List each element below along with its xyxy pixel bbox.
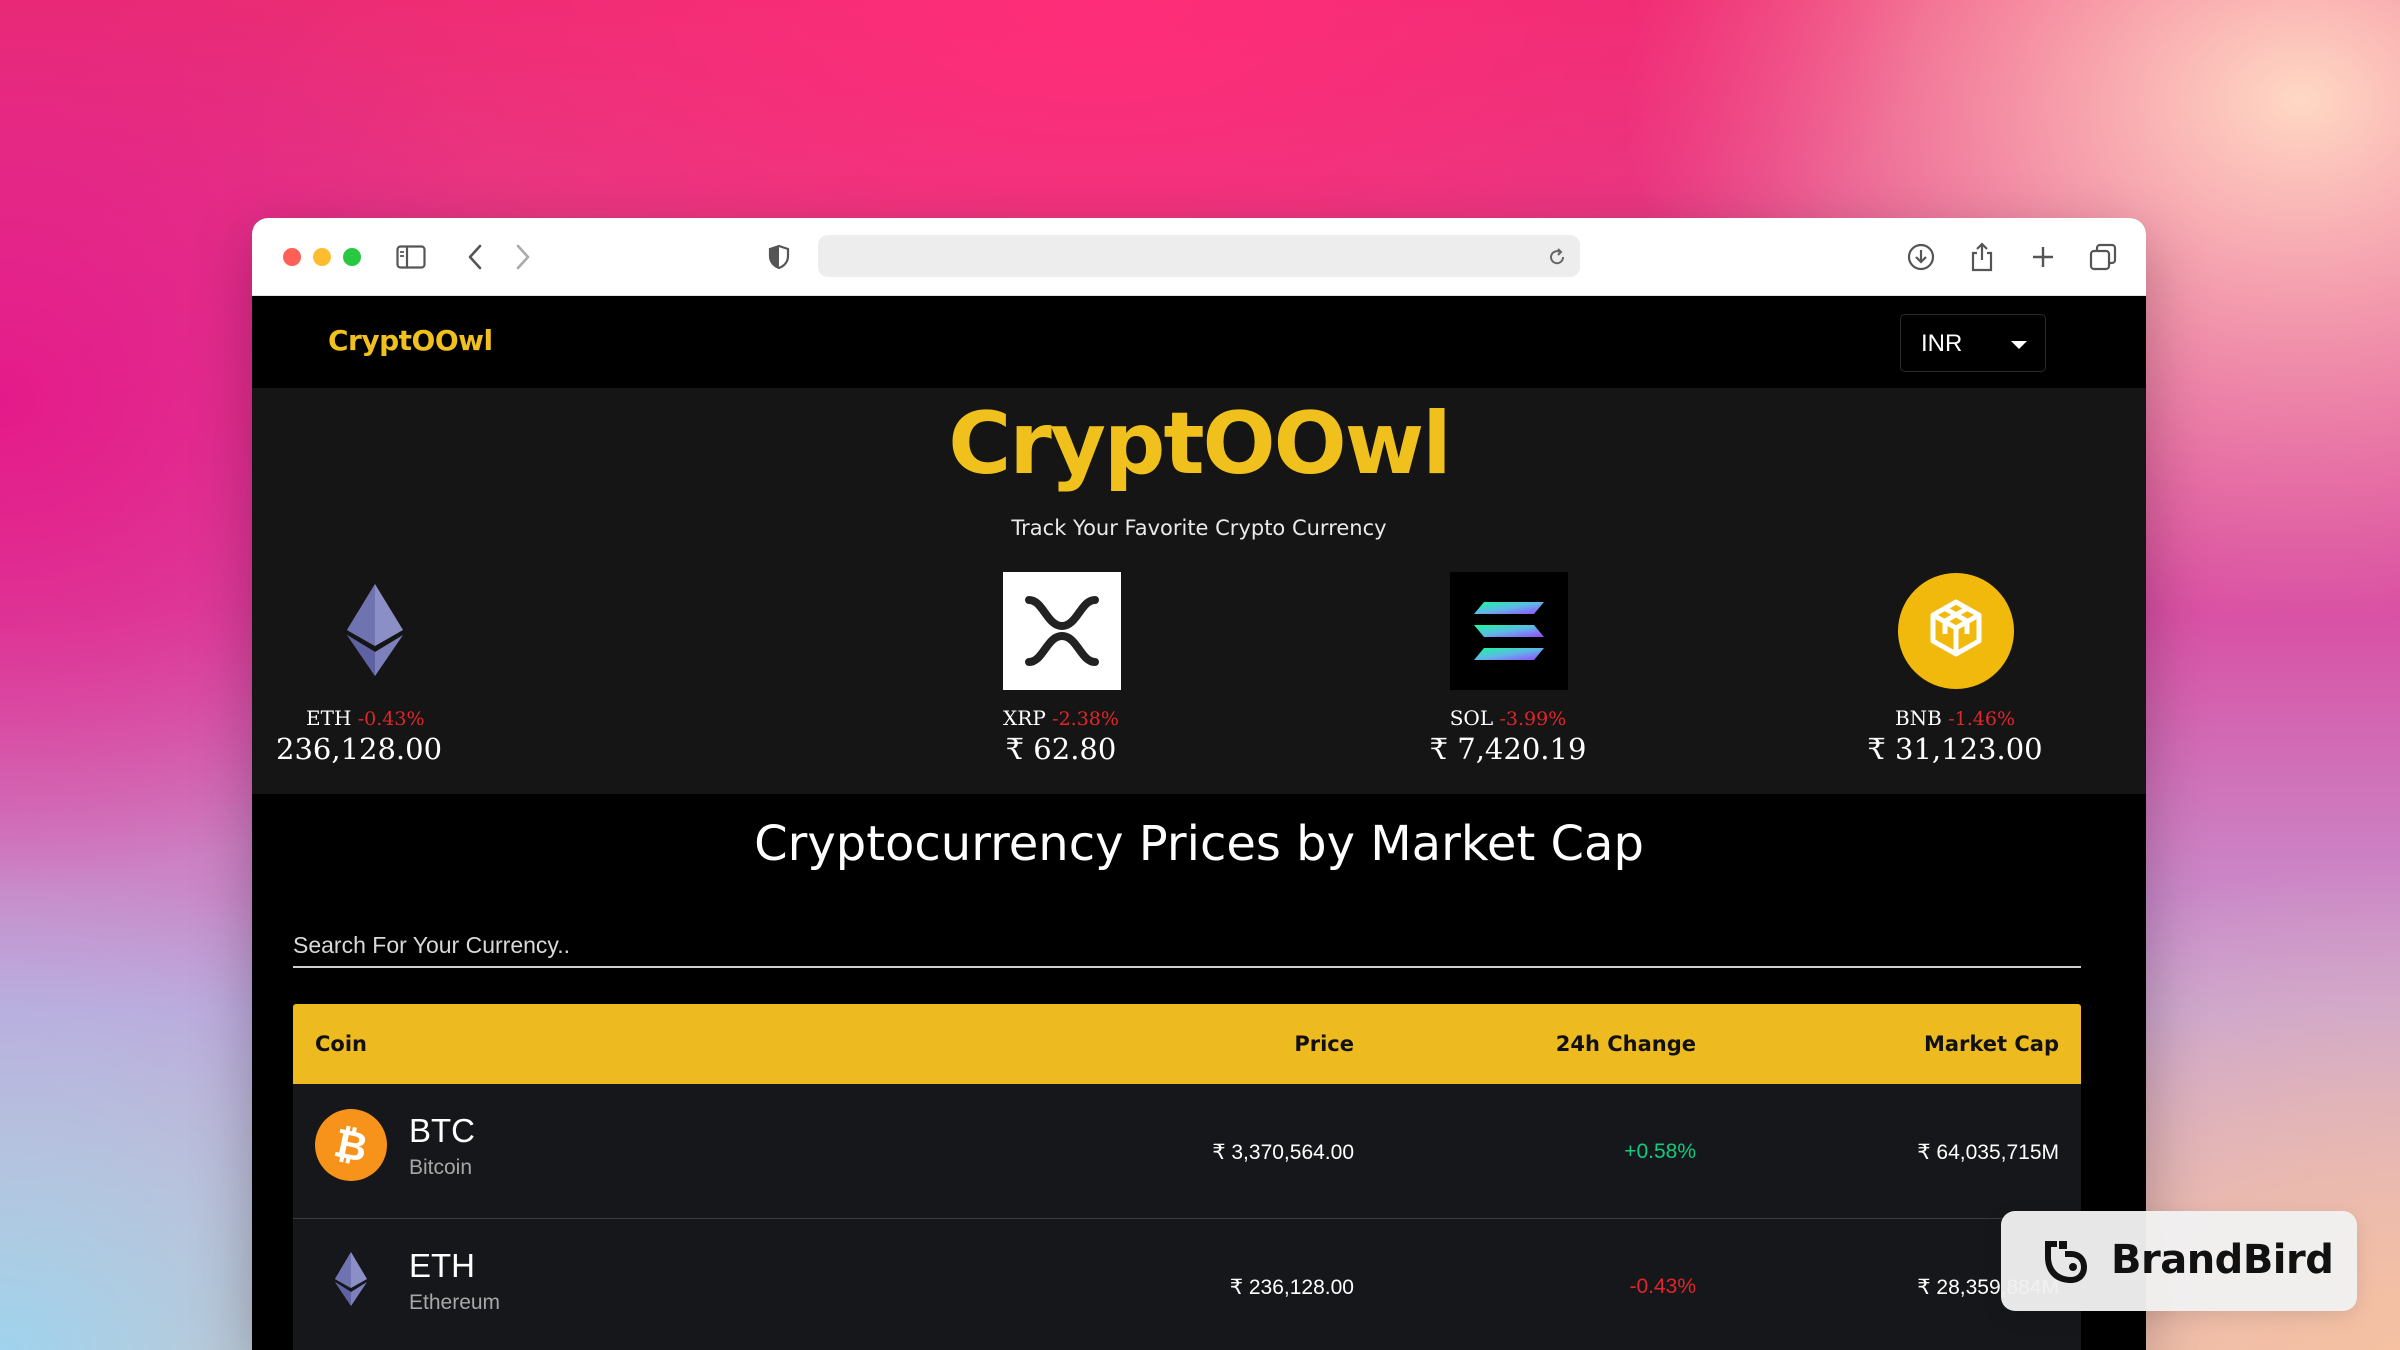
carousel-price: 236,128.00 — [276, 732, 443, 766]
browser-toolbar — [252, 218, 2146, 296]
app-content: CryptOOwl INR CryptOOwl Track Your Favor… — [252, 296, 2146, 1350]
search-field[interactable] — [293, 916, 2081, 968]
tab-overview-icon[interactable] — [2086, 240, 2120, 274]
reload-icon[interactable] — [1540, 240, 1574, 274]
table-row[interactable]: ETH Ethereum ₹ 236,128.00 -0.43% ₹ 28,35… — [293, 1219, 2081, 1350]
forward-icon[interactable] — [506, 240, 540, 274]
close-window-button[interactable] — [283, 248, 301, 266]
row-market-cap: ₹ 64,035,715M — [1917, 1141, 2059, 1164]
zoom-window-button[interactable] — [343, 248, 361, 266]
carousel-symbol: XRP — [1003, 706, 1046, 730]
hero-banner: CryptOOwl Track Your Favorite Crypto Cur… — [252, 388, 2146, 794]
carousel-change: -1.46% — [1948, 708, 2016, 730]
row-name: Ethereum — [409, 1291, 501, 1314]
carousel-price: ₹ 31,123.00 — [1867, 732, 2043, 766]
minimize-window-button[interactable] — [313, 248, 331, 266]
header-market-cap[interactable]: Market Cap — [1924, 1032, 2059, 1056]
header-coin[interactable]: Coin — [315, 1032, 367, 1056]
solana-icon — [1450, 572, 1568, 690]
address-bar[interactable] — [818, 235, 1580, 277]
section-title: Cryptocurrency Prices by Market Cap — [754, 816, 1644, 872]
carousel-symbol: BNB — [1894, 706, 1942, 730]
nav-brand[interactable]: CryptOOwl — [328, 324, 493, 357]
download-icon[interactable] — [1904, 240, 1938, 274]
row-symbol: BTC — [409, 1112, 475, 1149]
xrp-icon — [1003, 572, 1121, 690]
carousel-change: -0.43% — [357, 708, 425, 730]
row-change: -0.43% — [1629, 1275, 1696, 1298]
carousel-item-sol[interactable]: SOL -3.99% ₹ 7,420.19 — [1408, 572, 1608, 772]
header-price[interactable]: Price — [1294, 1032, 1354, 1056]
carousel-symbol: SOL — [1449, 706, 1494, 730]
carousel-item-bnb[interactable]: BNB -1.46% ₹ 31,123.00 — [1855, 572, 2055, 772]
browser-window: CryptOOwl INR CryptOOwl Track Your Favor… — [252, 218, 2146, 1350]
row-change: +0.58% — [1624, 1140, 1696, 1163]
hero-title: CryptOOwl — [948, 394, 1451, 494]
brandbird-label: BrandBird — [2111, 1237, 2334, 1283]
row-name: Bitcoin — [409, 1156, 473, 1179]
table-header: Coin Price 24h Change Market Cap — [293, 1004, 2081, 1084]
currency-value: INR — [1921, 330, 1963, 357]
search-input[interactable] — [293, 916, 2081, 964]
brandbird-logo-icon — [2045, 1241, 2087, 1283]
carousel-price: ₹ 62.80 — [1005, 732, 1117, 766]
navbar: CryptOOwl INR — [252, 296, 2146, 388]
table-row[interactable]: ₿ BTC Bitcoin ₹ 3,370,564.00 +0.58% ₹ 64… — [293, 1084, 2081, 1219]
carousel-item-xrp[interactable]: XRP -2.38% ₹ 62.80 — [961, 572, 1161, 772]
brandbird-watermark: BrandBird — [2001, 1211, 2357, 1311]
row-symbol: ETH — [409, 1247, 475, 1284]
carousel-item-eth[interactable]: ETH -0.43% 236,128.00 — [274, 572, 474, 772]
carousel-symbol: ETH — [306, 706, 352, 730]
share-icon[interactable] — [1965, 240, 1999, 274]
header-24h-change[interactable]: 24h Change — [1556, 1032, 1696, 1056]
caret-down-icon — [2011, 341, 2027, 349]
carousel-change: -3.99% — [1499, 708, 1567, 730]
ethereum-icon — [335, 1252, 367, 1306]
privacy-shield-icon[interactable] — [762, 240, 796, 274]
row-price: ₹ 3,370,564.00 — [1212, 1141, 1354, 1164]
bnb-icon — [1898, 573, 2014, 689]
bitcoin-icon: ₿ — [315, 1109, 387, 1181]
ethereum-icon — [347, 584, 403, 676]
sidebar-toggle-icon[interactable] — [394, 240, 428, 274]
carousel-change: -2.38% — [1052, 708, 1119, 730]
hero-subtitle: Track Your Favorite Crypto Currency — [1011, 516, 1387, 540]
new-tab-icon[interactable] — [2026, 240, 2060, 274]
back-icon[interactable] — [458, 240, 492, 274]
coin-table: Coin Price 24h Change Market Cap ₿ BTC B… — [293, 1004, 2081, 1350]
carousel-price: ₹ 7,420.19 — [1429, 732, 1587, 766]
currency-select[interactable]: INR — [1900, 314, 2046, 372]
row-price: ₹ 236,128.00 — [1229, 1276, 1354, 1299]
